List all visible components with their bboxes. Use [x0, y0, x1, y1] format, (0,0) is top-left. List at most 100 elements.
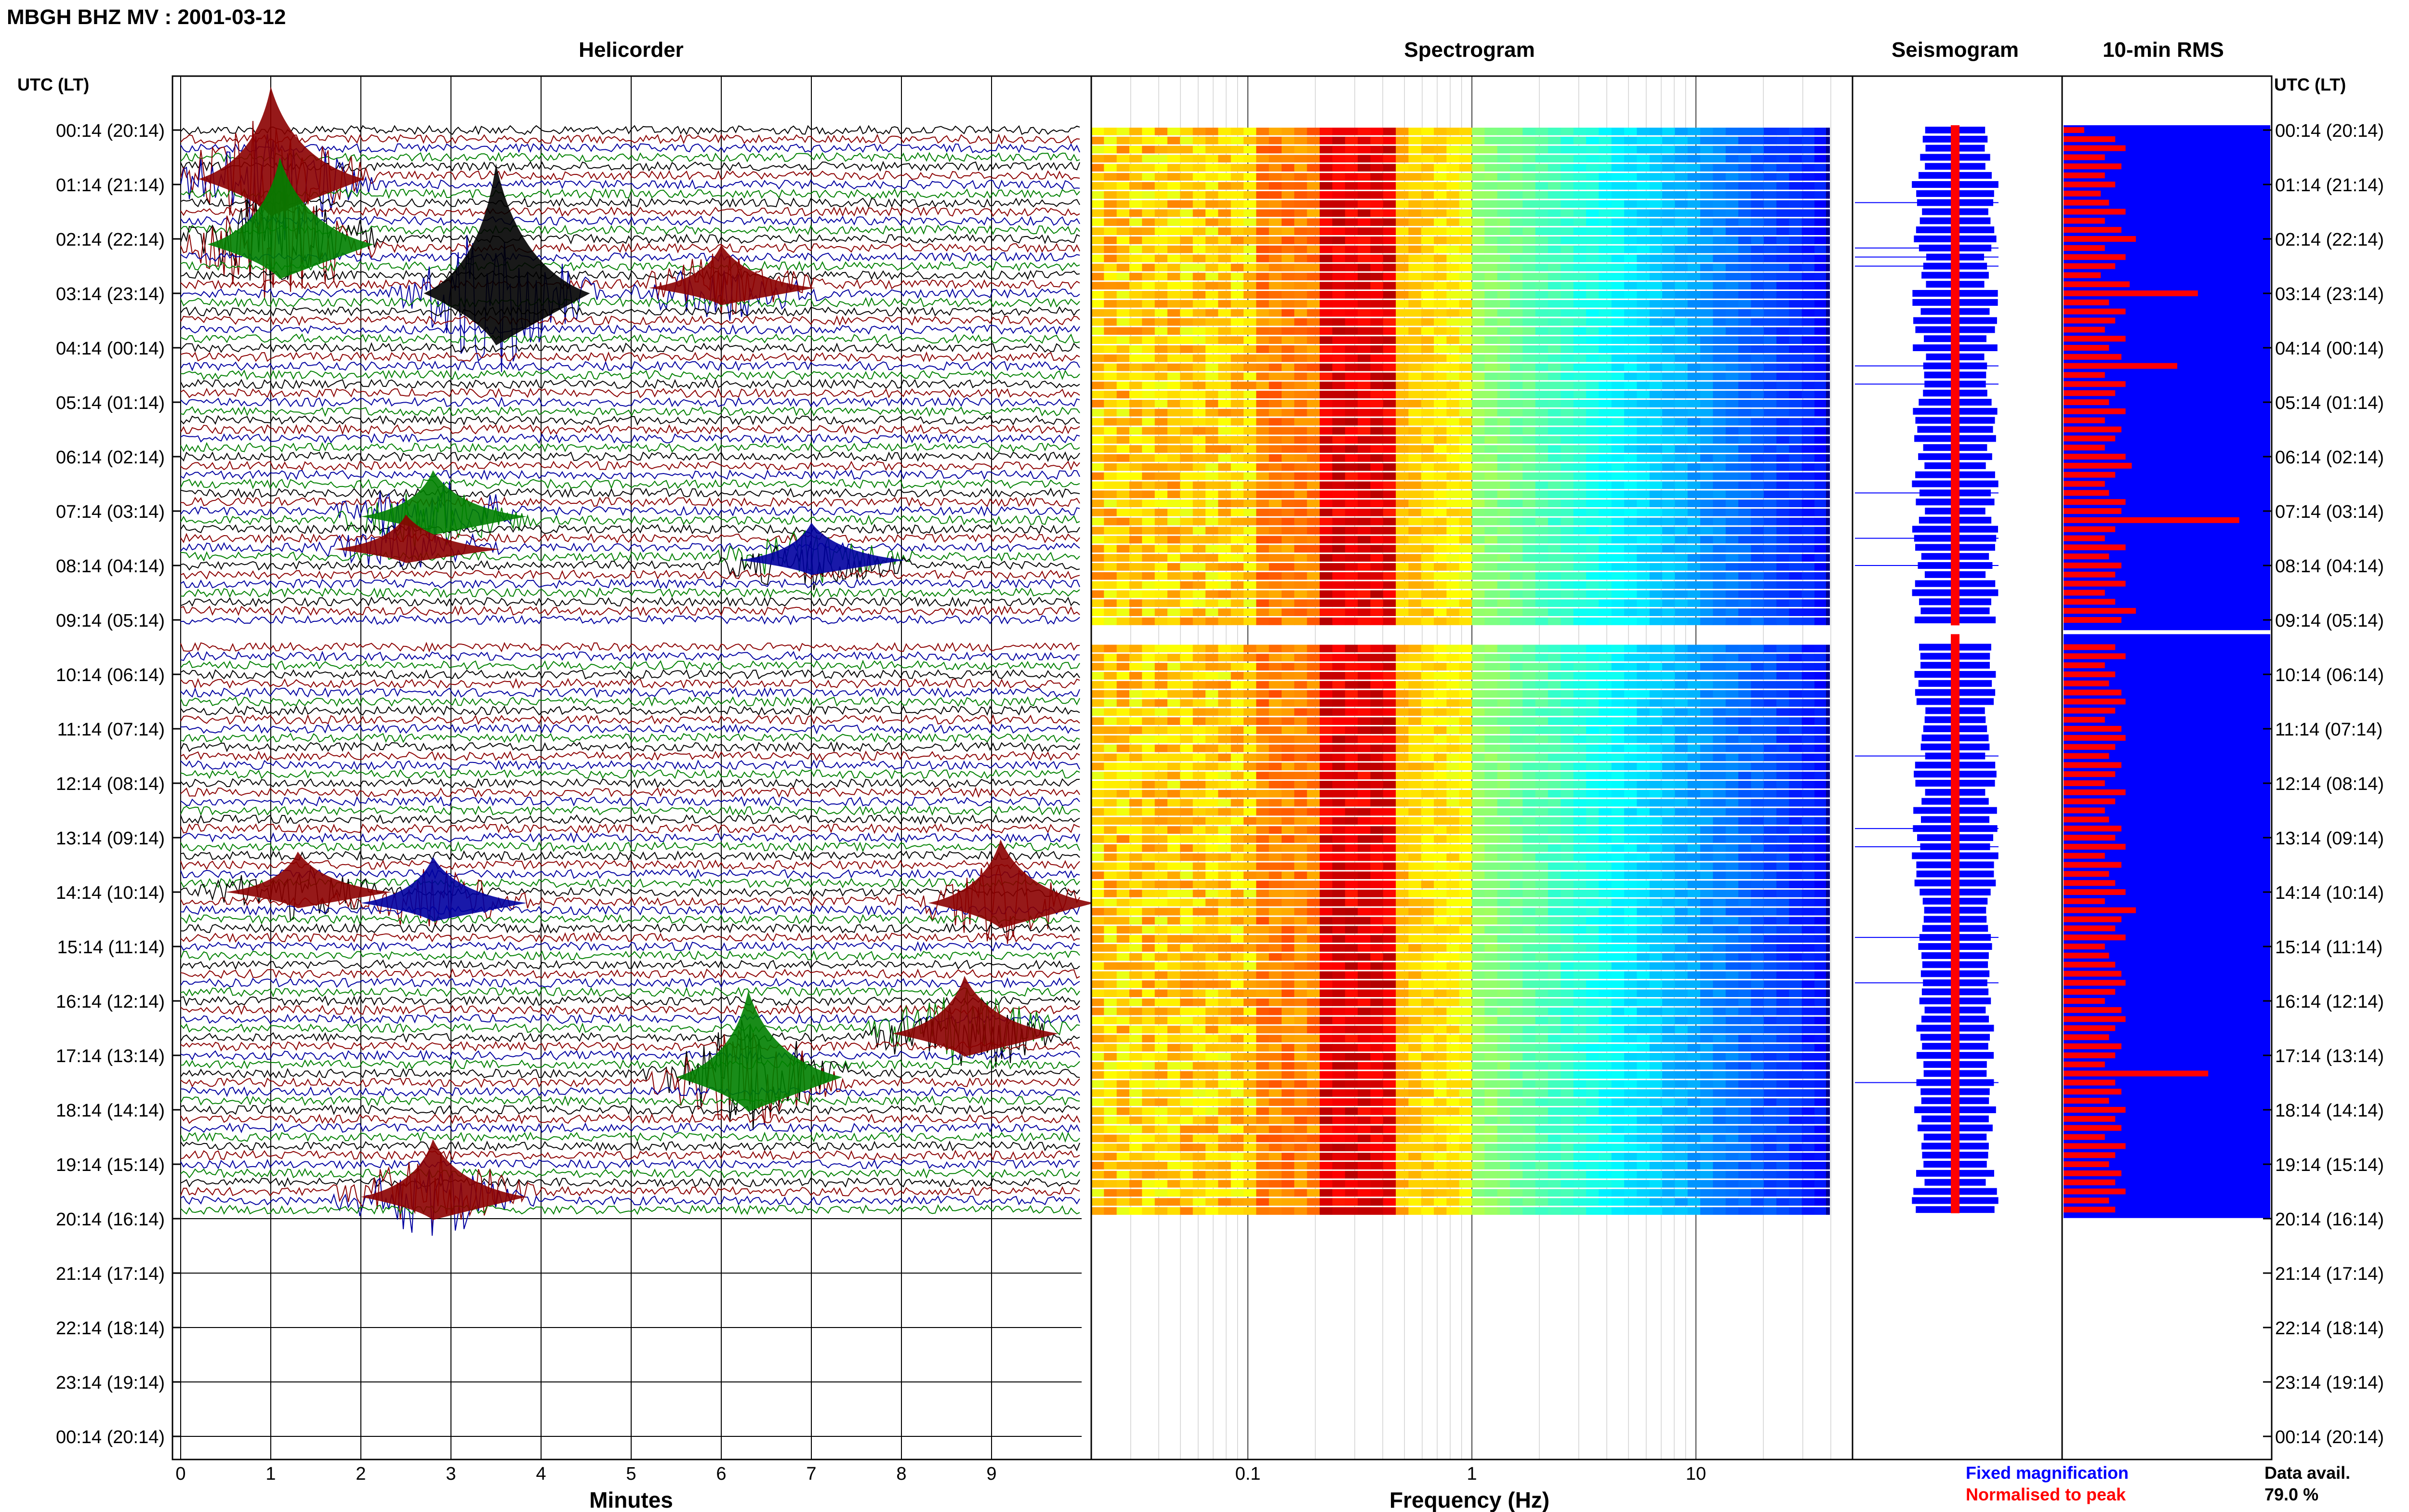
spectrogram-cell: [1814, 254, 1827, 263]
spectrogram-cell: [1129, 789, 1143, 798]
helicorder-trace: [180, 569, 1080, 580]
spectrogram-cell: [1231, 708, 1244, 716]
spectrogram-cell: [1472, 273, 1485, 281]
spectrogram-cell: [1116, 581, 1130, 589]
spectrogram-cell: [1244, 853, 1257, 861]
spectrogram-cell: [1662, 318, 1676, 326]
helicorder-trace: [180, 360, 1080, 372]
spectrogram-cell: [1510, 581, 1523, 589]
spectrogram-cell: [1700, 826, 1714, 834]
spectrogram-cell: [1269, 844, 1282, 852]
spectrogram-cell: [1142, 717, 1155, 725]
spectrogram-cell: [1763, 218, 1777, 226]
helicorder-trace: [180, 143, 1080, 154]
spectrogram-cell: [1459, 490, 1472, 499]
spectrogram-cell: [1269, 853, 1282, 861]
spectrogram-cell: [1459, 672, 1472, 680]
spectrogram-cell: [1484, 672, 1498, 680]
spectrogram-cell: [1484, 436, 1498, 444]
spectrogram-cell: [1180, 681, 1193, 689]
spectrogram-cell: [1231, 781, 1244, 789]
spectrogram-edge: [1826, 445, 1830, 453]
spectrogram-cell: [1700, 708, 1714, 716]
spectrogram-cell: [1637, 581, 1650, 589]
spectrogram-cell: [1535, 871, 1549, 880]
spectrogram-cell: [1776, 572, 1790, 580]
spectrogram-cell: [1142, 799, 1155, 807]
spectrogram-cell: [1662, 327, 1676, 335]
spectrogram-cell: [1269, 590, 1282, 598]
spectrogram-cell: [1687, 327, 1701, 335]
spectrogram-cell: [1282, 789, 1295, 798]
spectrogram-edge: [1826, 871, 1830, 880]
spectrogram-cell: [1104, 699, 1117, 707]
spectrogram-cell: [1459, 318, 1472, 326]
spectrogram-cell: [1091, 654, 1105, 662]
spectrogram-cell: [1637, 490, 1650, 499]
spectrogram-cell: [1129, 572, 1143, 580]
spectrogram-cell: [1472, 254, 1485, 263]
spectrogram-cell: [1332, 844, 1346, 852]
spectrogram-cell: [1459, 808, 1472, 816]
helicorder-trace: [180, 469, 1080, 481]
spectrogram-cell: [1129, 835, 1143, 843]
spectrogram-cell: [1142, 618, 1155, 625]
spectrogram-cell: [1332, 218, 1346, 226]
spectrogram-cell: [1180, 717, 1193, 725]
spectrogram-cell: [1370, 826, 1384, 834]
spectrogram-cell: [1472, 644, 1485, 653]
spectrogram-cell: [1154, 526, 1168, 535]
spectrogram-cell: [1383, 145, 1396, 154]
spectrogram-cell: [1713, 200, 1726, 208]
spectrogram-cell: [1446, 663, 1460, 671]
spectrogram-cell: [1776, 336, 1790, 344]
spectrogram-cell: [1269, 681, 1282, 689]
spectrogram-cell: [1472, 581, 1485, 589]
spectrogram-cell: [1535, 363, 1549, 371]
spectrogram-cell: [1154, 654, 1168, 662]
spectrogram-cell: [1599, 500, 1612, 507]
spectrogram-cell: [1434, 654, 1447, 662]
spectrogram-cell: [1408, 445, 1422, 453]
spectrogram-cell: [1421, 336, 1434, 344]
spectrogram-edge: [1826, 245, 1830, 253]
spectrogram-cell: [1091, 227, 1105, 235]
spectrogram-cell: [1700, 136, 1714, 145]
spectrogram-cell: [1611, 227, 1625, 235]
spectrogram-cell: [1244, 418, 1257, 426]
spectrogram-cell: [1497, 799, 1510, 807]
spectrogram-cell: [1611, 400, 1625, 408]
spectrogram-cell: [1142, 472, 1155, 480]
spectrogram-cell: [1535, 500, 1549, 507]
spectrogram-cell: [1396, 545, 1409, 553]
spectrogram-cell: [1383, 517, 1396, 526]
spectrogram-cell: [1687, 654, 1701, 662]
helicorder-trace: [180, 423, 1080, 435]
spectrogram-cell: [1358, 881, 1371, 888]
spectrogram-cell: [1370, 408, 1384, 417]
spectrogram-cell: [1624, 282, 1638, 289]
spectrogram-cell: [1763, 572, 1777, 580]
spectrogram-cell: [1484, 835, 1498, 843]
spectrogram-cell: [1180, 581, 1193, 589]
spectrogram-cell: [1649, 445, 1663, 453]
spectrogram-cell: [1459, 463, 1472, 471]
spectrogram-cell: [1307, 590, 1320, 598]
spectrogram-cell: [1751, 245, 1764, 253]
spectrogram-cell: [1586, 618, 1600, 625]
spectrogram-cell: [1434, 309, 1447, 317]
spectrogram-cell: [1421, 200, 1434, 208]
spectrogram-cell: [1104, 136, 1117, 145]
spectrogram-cell: [1713, 808, 1726, 816]
spectrogram-cell: [1320, 372, 1333, 381]
spectrogram-cell: [1091, 717, 1105, 725]
spectrogram-cell: [1256, 300, 1270, 308]
spectrogram-cell: [1205, 372, 1219, 381]
spectrogram-cell: [1256, 826, 1270, 834]
spectrogram-cell: [1573, 572, 1587, 580]
spectrogram-cell: [1713, 345, 1726, 353]
spectrogram-cell: [1142, 227, 1155, 235]
spectrogram-cell: [1649, 408, 1663, 417]
spectrogram-cell: [1637, 590, 1650, 598]
helicorder-trace: [180, 379, 1080, 390]
